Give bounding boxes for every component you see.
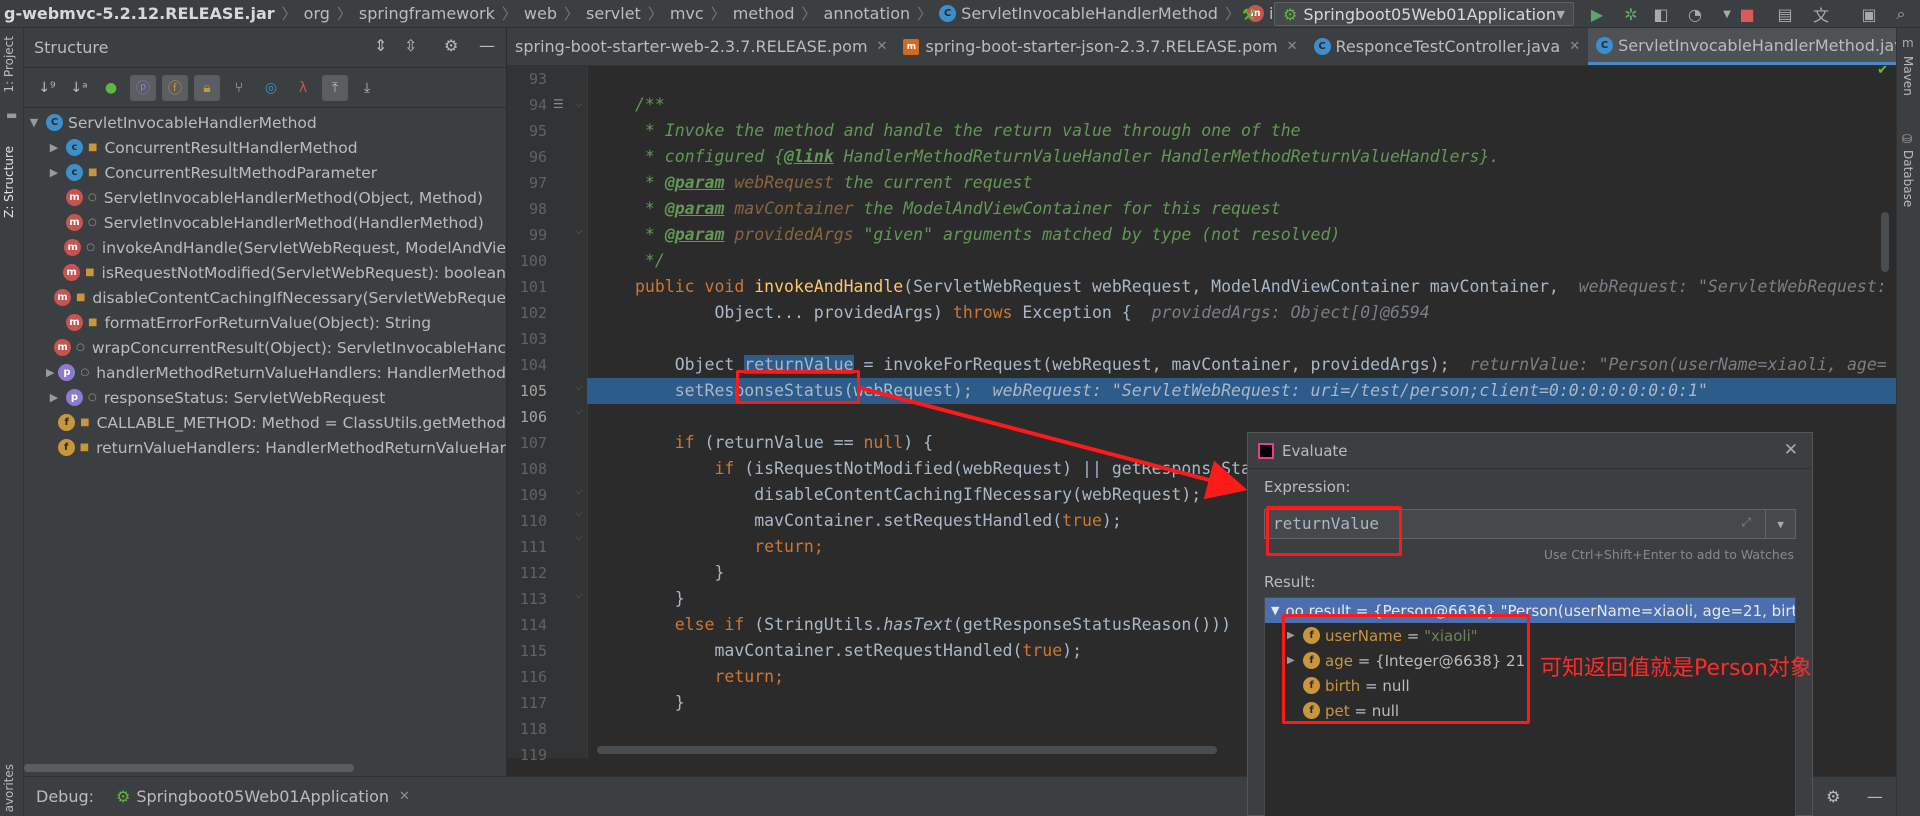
gear-icon[interactable]: ⚙ bbox=[1826, 787, 1840, 806]
annotation-box-result-fields bbox=[1282, 614, 1530, 724]
close-icon[interactable]: ✕ bbox=[1784, 440, 1798, 460]
chevron-down-icon[interactable]: ▼ bbox=[1271, 604, 1279, 617]
result-label: Result: bbox=[1264, 573, 1316, 591]
debug-session-tab[interactable]: ⚙ Springboot05Web01Application ✕ bbox=[116, 787, 410, 806]
expression-label: Expression: bbox=[1264, 478, 1351, 496]
expand-icon[interactable]: ⤢ bbox=[1741, 515, 1751, 530]
debug-tool-bar: Debug: ⚙ Springboot05Web01Application ✕ bbox=[24, 776, 1247, 816]
evaluate-title: Evaluate bbox=[1282, 441, 1348, 460]
annotation-text: 可知返回值就是Person对象 bbox=[1540, 656, 1812, 681]
debug-session-label: Springboot05Web01Application bbox=[136, 787, 389, 806]
annotation-box-expression bbox=[1266, 506, 1402, 556]
debug-label: Debug: bbox=[36, 787, 95, 806]
minimize-icon[interactable]: — bbox=[1867, 787, 1883, 806]
debug-bar-actions: ⚙ — bbox=[1813, 776, 1896, 816]
evaluate-titlebar: Evaluate ✕ bbox=[1248, 433, 1812, 469]
close-icon[interactable]: ✕ bbox=[399, 789, 410, 804]
annotation-arrow-to-evaluate bbox=[859, 386, 1248, 500]
intellij-logo-icon bbox=[1258, 442, 1274, 459]
watches-hint: Use Ctrl+Shift+Enter to add to Watches bbox=[1543, 547, 1794, 562]
history-dropdown-icon[interactable]: ▼ bbox=[1765, 510, 1795, 538]
spring-boot-icon: ⚙ bbox=[116, 787, 131, 806]
